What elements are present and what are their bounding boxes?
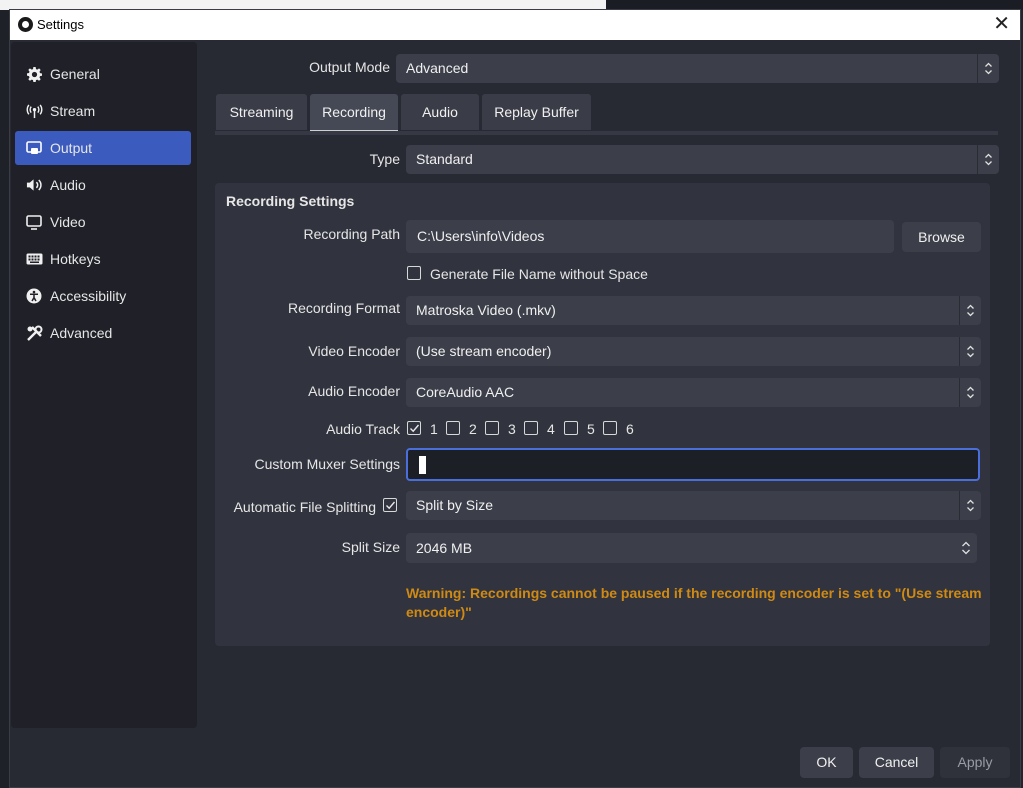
tab-divider	[215, 131, 998, 135]
obs-logo-icon	[18, 17, 33, 32]
output-mode-select[interactable]: Advanced	[396, 54, 999, 83]
sidebar-item-label: Accessibility	[50, 288, 127, 304]
split-size-spinbox[interactable]: 2046 MB	[406, 533, 977, 563]
sidebar-item-label: General	[50, 66, 100, 82]
title-bar: Settings ✕	[10, 10, 1020, 40]
muxer-settings-input[interactable]	[406, 448, 980, 481]
audio-track-4-label: 4	[547, 421, 555, 437]
tools-icon	[25, 324, 43, 342]
sidebar-item-label: Stream	[50, 103, 96, 119]
cancel-button[interactable]: Cancel	[859, 747, 934, 778]
recording-format-label: Recording Format	[287, 300, 400, 316]
tab-streaming[interactable]: Streaming	[216, 94, 307, 130]
sidebar-item-stream[interactable]: Stream	[15, 94, 191, 128]
checkmark-icon	[410, 424, 420, 433]
audio-track-4-checkbox[interactable]	[524, 421, 538, 435]
type-select[interactable]: Standard	[406, 145, 999, 174]
sidebar-item-label: Video	[50, 214, 86, 230]
recording-settings-title: Recording Settings	[226, 193, 355, 209]
sidebar-item-label: Output	[50, 140, 93, 156]
audio-encoder-value: CoreAudio AAC	[416, 384, 515, 400]
tab-recording[interactable]: Recording	[310, 94, 398, 132]
sidebar-item-accessibility[interactable]: Accessibility	[15, 279, 191, 313]
video-encoder-select[interactable]: (Use stream encoder)	[406, 337, 981, 366]
sidebar-item-general[interactable]: General	[15, 57, 191, 91]
video-encoder-label: Video Encoder	[308, 343, 400, 359]
recording-format-value: Matroska Video (.mkv)	[416, 302, 556, 318]
audio-track-5-checkbox[interactable]	[564, 421, 578, 435]
tab-replay-buffer[interactable]: Replay Buffer	[482, 94, 591, 130]
output-mode-value: Advanced	[406, 60, 469, 76]
audio-track-label: Audio Track	[326, 421, 400, 437]
type-value: Standard	[416, 151, 473, 167]
no-space-label: Generate File Name without Space	[430, 266, 648, 282]
accessibility-icon	[25, 287, 43, 305]
type-label: Type	[369, 151, 400, 167]
broadcast-icon	[25, 102, 43, 120]
pause-warning-text: Warning: Recordings cannot be paused if …	[406, 585, 982, 620]
output-mode-label: Output Mode	[309, 59, 390, 75]
recording-path-label: Recording Path	[303, 226, 400, 242]
gear-icon	[25, 65, 43, 83]
audio-encoder-select[interactable]: CoreAudio AAC	[406, 378, 981, 407]
audio-track-5-label: 5	[587, 421, 595, 437]
split-size-value: 2046 MB	[416, 540, 473, 556]
window-title: Settings	[37, 17, 84, 32]
sidebar-item-audio[interactable]: Audio	[15, 168, 191, 202]
file-splitting-checkbox[interactable]	[383, 498, 397, 512]
audio-track-3-label: 3	[508, 421, 516, 437]
audio-track-1-label: 1	[430, 421, 438, 437]
file-splitting-select[interactable]: Split by Size	[406, 491, 981, 520]
sidebar-item-advanced[interactable]: Advanced	[15, 316, 191, 350]
output-icon	[25, 139, 43, 157]
updown-chevron-icon	[959, 378, 981, 407]
sidebar-item-label: Advanced	[50, 325, 113, 341]
speaker-icon	[25, 176, 43, 194]
audio-encoder-label: Audio Encoder	[308, 383, 400, 399]
no-space-checkbox[interactable]	[407, 266, 421, 280]
close-icon[interactable]: ✕	[993, 13, 1010, 35]
audio-track-3-checkbox[interactable]	[485, 421, 499, 435]
settings-sidebar: General Stream Output Audio Video Hotkey…	[11, 42, 197, 728]
file-splitting-label: Automatic File Splitting	[233, 499, 376, 515]
checkmark-icon	[386, 501, 396, 510]
sidebar-item-label: Hotkeys	[50, 251, 101, 267]
monitor-icon	[25, 213, 43, 231]
updown-chevron-icon	[977, 54, 999, 83]
audio-track-2-label: 2	[469, 421, 477, 437]
tab-audio[interactable]: Audio	[401, 94, 479, 130]
updown-chevron-icon	[959, 491, 981, 520]
audio-track-6-label: 6	[626, 421, 634, 437]
sidebar-item-video[interactable]: Video	[15, 205, 191, 239]
audio-track-6-checkbox[interactable]	[603, 421, 617, 435]
updown-chevron-icon	[959, 337, 981, 366]
sidebar-item-label: Audio	[50, 177, 86, 193]
updown-chevron-icon	[959, 296, 981, 325]
muxer-label: Custom Muxer Settings	[254, 456, 401, 472]
spin-arrows-icon[interactable]	[955, 533, 977, 563]
file-splitting-value: Split by Size	[416, 497, 494, 513]
text-cursor	[419, 456, 426, 474]
updown-chevron-icon	[977, 145, 999, 174]
video-encoder-value: (Use stream encoder)	[416, 343, 552, 359]
split-size-label: Split Size	[341, 539, 400, 555]
browse-button[interactable]: Browse	[902, 222, 981, 252]
recording-path-value: C:\Users\info\Videos	[417, 228, 545, 244]
sidebar-item-output[interactable]: Output	[15, 131, 191, 165]
apply-button[interactable]: Apply	[940, 747, 1010, 778]
ok-button[interactable]: OK	[800, 747, 853, 778]
recording-path-input[interactable]: C:\Users\info\Videos	[406, 220, 894, 253]
keyboard-icon	[25, 250, 43, 268]
sidebar-item-hotkeys[interactable]: Hotkeys	[15, 242, 191, 276]
audio-track-1-checkbox[interactable]	[407, 421, 421, 435]
recording-format-select[interactable]: Matroska Video (.mkv)	[406, 296, 981, 325]
audio-track-2-checkbox[interactable]	[446, 421, 460, 435]
